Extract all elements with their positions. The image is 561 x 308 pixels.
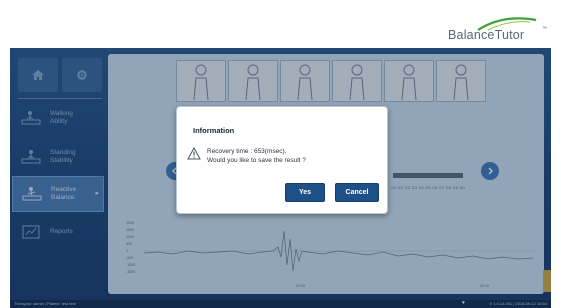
sidebar: Walking Ability Standing Stability React… — [10, 48, 106, 300]
cancel-button[interactable]: Cancel — [335, 183, 379, 202]
dialog-message-save-prompt: Would you like to save the result ? — [207, 157, 306, 164]
dialog-title: Information — [193, 126, 235, 135]
x-tick-label: 00:05 — [296, 284, 305, 288]
posture-figure — [384, 60, 434, 102]
timeline-scale-numbers: 20 21 22 23 24 25 26 27 28 29 30 — [391, 185, 466, 190]
dialog-message-recovery-time: Recovery time : 653(msec). — [207, 148, 287, 155]
chevron-right-icon — [488, 167, 493, 175]
walking-ability-icon — [20, 109, 42, 127]
posture-figure — [332, 60, 382, 102]
sidebar-item-reports[interactable]: Reports — [12, 214, 104, 250]
sidebar-top-buttons — [18, 58, 102, 92]
gear-icon — [77, 70, 87, 80]
posture-figure — [176, 60, 226, 102]
home-button[interactable] — [18, 58, 58, 92]
timeline-scale-bar — [393, 173, 463, 178]
posture-figure — [228, 60, 278, 102]
posture-figures-strip — [176, 60, 488, 102]
balancetutor-logo: BalanceTutor ™ — [448, 12, 547, 44]
sidebar-item-walking-ability[interactable]: Walking Ability — [12, 100, 104, 136]
next-button[interactable] — [481, 162, 499, 180]
posture-figure — [280, 60, 330, 102]
yes-button[interactable]: Yes — [285, 183, 325, 202]
x-tick-label: 00:10 — [480, 284, 489, 288]
side-panel-tab[interactable] — [543, 270, 551, 292]
sidebar-item-label: Reactive Balance — [51, 186, 77, 201]
sidebar-item-label: Walking Ability — [50, 110, 73, 125]
status-bar: Therapist: admin | Patient: test test ♥ … — [10, 300, 551, 308]
sidebar-item-label: Reports — [50, 228, 73, 235]
settings-button[interactable] — [62, 58, 102, 92]
heart-icon: ♥ — [462, 300, 465, 306]
sidebar-item-standing-stability[interactable]: Standing Stability — [12, 139, 104, 175]
warning-icon — [187, 147, 201, 160]
trademark-mark: ™ — [542, 26, 547, 32]
home-icon — [32, 70, 44, 80]
session-info: Therapist: admin | Patient: test test — [14, 301, 76, 306]
brand-name: BalanceTutor — [448, 28, 525, 42]
standing-stability-icon — [20, 148, 42, 166]
chevron-right-icon: ▸ — [95, 190, 99, 197]
sidebar-item-label: Standing Stability — [50, 149, 76, 164]
reports-icon — [20, 223, 42, 241]
signal-graph — [143, 230, 538, 272]
sidebar-item-reactive-balance[interactable]: Reactive Balance ▸ — [12, 176, 104, 212]
timeline-scale-text: 20 21 22 23 24 25 26 27 28 29 30 — [391, 185, 466, 190]
sidebar-divider — [18, 98, 102, 99]
app-header: BalanceTutor ™ — [0, 0, 561, 48]
information-dialog: Information Recovery time : 653(msec). W… — [176, 106, 388, 214]
version-datetime: V 1.0.14.001 | 2018-09-12 16:54 — [489, 301, 547, 306]
posture-figure — [436, 60, 486, 102]
reactive-balance-icon — [21, 185, 43, 203]
